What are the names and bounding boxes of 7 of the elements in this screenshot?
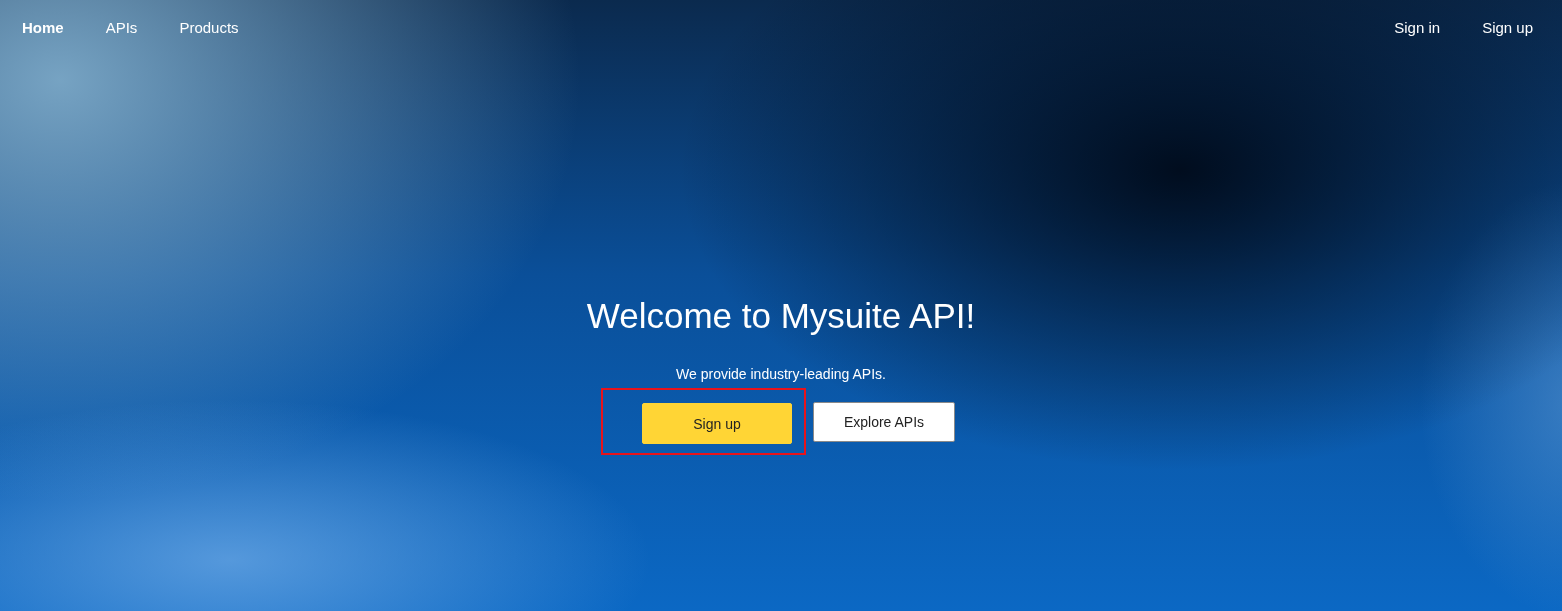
hero-title: Welcome to Mysuite API! [586,295,976,337]
nav-link[interactable]: Sign in [1394,19,1441,36]
sign-up-button[interactable]: Sign up [642,403,792,444]
explore-button[interactable]: Explore APIs [813,401,955,442]
hero-subtitle: We provide industry-leading APIs. [676,365,886,383]
nav-link[interactable]: Products [179,19,239,36]
nav-link[interactable]: Sign up [1482,19,1533,36]
